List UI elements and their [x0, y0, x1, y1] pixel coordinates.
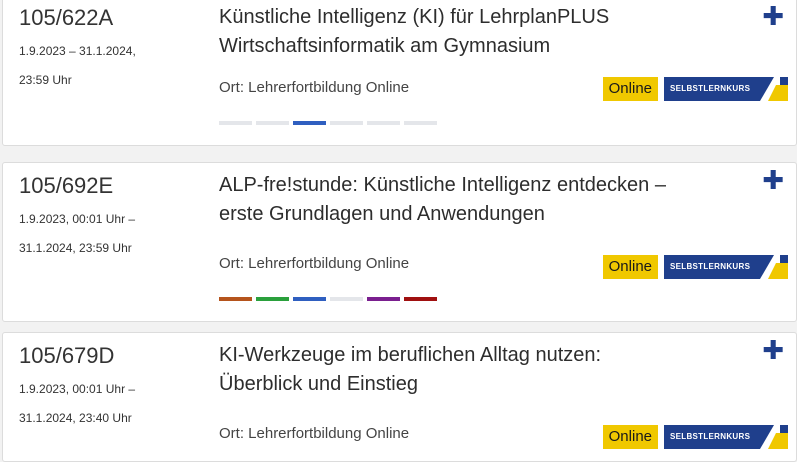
title-line[interactable]: Künstliche Intelligenz (KI) für Lehrplan… [219, 3, 759, 32]
logo-a-icon [760, 255, 788, 279]
course-card[interactable]: 105/692E 1.9.2023, 00:01 Uhr – 31.1.2024… [2, 162, 797, 322]
title-line[interactable]: erste Grundlagen und Anwendungen [219, 200, 759, 229]
course-location: Ort: Lehrerfortbildung Online [219, 255, 410, 272]
course-number: 105/679D [19, 343, 115, 368]
online-badge: Online [602, 77, 658, 101]
subject-segment [256, 121, 289, 125]
online-badge: Online [602, 425, 658, 449]
badge-label: SELBSTLERNKURS [670, 84, 751, 93]
title-line[interactable]: Überblick und Einstieg [219, 370, 759, 399]
subject-segment [404, 121, 437, 125]
course-dates: 1.9.2023, 00:01 Uhr – 31.1.2024, 23:40 U… [19, 375, 179, 433]
date-line: 31.1.2024, 23:40 Uhr [19, 411, 132, 425]
plus-icon[interactable]: ✚ [762, 167, 784, 193]
subject-segment [404, 297, 437, 301]
course-location: Ort: Lehrerfortbildung Online [219, 79, 410, 96]
subject-segment [330, 121, 363, 125]
badge-label: SELBSTLERNKURS [670, 432, 751, 441]
date-line: 1.9.2023 – 31.1.2024, [19, 44, 136, 58]
selbstlernkurs-badge: SELBSTLERNKURS [664, 255, 788, 279]
date-line: 1.9.2023, 00:01 Uhr – [19, 212, 136, 226]
course-location: Ort: Lehrerfortbildung Online [219, 425, 410, 442]
course-title[interactable]: ALP-fre!stunde: Künstliche Intelligenz e… [219, 171, 759, 229]
course-dates: 1.9.2023, 00:01 Uhr – 31.1.2024, 23:59 U… [19, 205, 179, 263]
course-card[interactable]: 105/622A 1.9.2023 – 31.1.2024, 23:59 Uhr… [2, 0, 797, 146]
title-line[interactable]: KI-Werkzeuge im beruflichen Alltag nutze… [219, 341, 759, 370]
subject-segment [219, 297, 252, 301]
title-line[interactable]: Wirtschaftsinformatik am Gymnasium [219, 32, 759, 61]
title-line[interactable]: ALP-fre!stunde: Künstliche Intelligenz e… [219, 171, 759, 200]
course-number: 105/692E [19, 173, 114, 198]
course-dates: 1.9.2023 – 31.1.2024, 23:59 Uhr [19, 37, 179, 95]
plus-icon[interactable]: ✚ [762, 337, 784, 363]
subject-segment [293, 121, 326, 125]
online-badge: Online [602, 255, 658, 279]
date-line: 1.9.2023, 00:01 Uhr – [19, 382, 136, 396]
subject-segment [219, 121, 252, 125]
course-title[interactable]: KI-Werkzeuge im beruflichen Alltag nutze… [219, 341, 759, 399]
selbstlernkurs-badge: SELBSTLERNKURS [664, 425, 788, 449]
subject-segment [330, 297, 363, 301]
badge-label: SELBSTLERNKURS [670, 262, 751, 271]
subject-segment [367, 297, 400, 301]
date-line: 23:59 Uhr [19, 73, 72, 87]
course-card[interactable]: 105/679D 1.9.2023, 00:01 Uhr – 31.1.2024… [2, 332, 797, 462]
subject-segment [256, 297, 289, 301]
subject-segment [367, 121, 400, 125]
logo-a-icon [760, 425, 788, 449]
plus-icon[interactable]: ✚ [762, 3, 784, 29]
selbstlernkurs-badge: SELBSTLERNKURS [664, 77, 788, 101]
date-line: 31.1.2024, 23:59 Uhr [19, 241, 132, 255]
subject-color-bar [219, 121, 437, 125]
logo-a-icon [760, 77, 788, 101]
course-title[interactable]: Künstliche Intelligenz (KI) für Lehrplan… [219, 3, 759, 61]
course-number: 105/622A [19, 5, 114, 30]
subject-segment [293, 297, 326, 301]
subject-color-bar [219, 297, 437, 301]
